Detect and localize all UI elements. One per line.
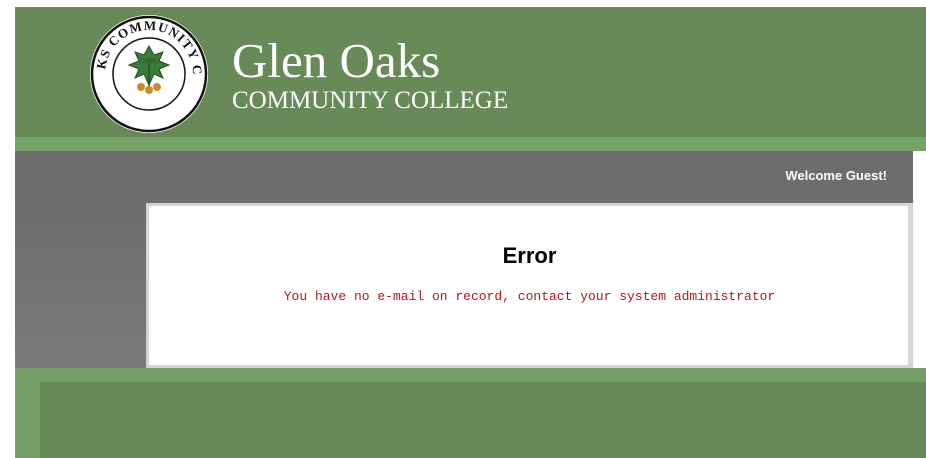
svg-text:1965: 1965 (142, 59, 156, 65)
error-title: Error (502, 243, 557, 268)
brand-name: Glen Oaks (232, 33, 441, 88)
brand-subtitle: COMMUNITY COLLEGE (232, 87, 509, 114)
header-divider (15, 137, 926, 151)
footer-divider (15, 368, 926, 382)
welcome-message: Welcome Guest! (785, 168, 887, 183)
error-panel (146, 203, 913, 368)
site-footer (40, 382, 926, 458)
footer-edge (15, 382, 40, 458)
glen-oaks-seal-icon[interactable]: GLEN OAKS COMMUNITY COLLEGE 1965 (82, 1, 210, 135)
error-message: You have no e-mail on record, contact yo… (283, 289, 776, 304)
